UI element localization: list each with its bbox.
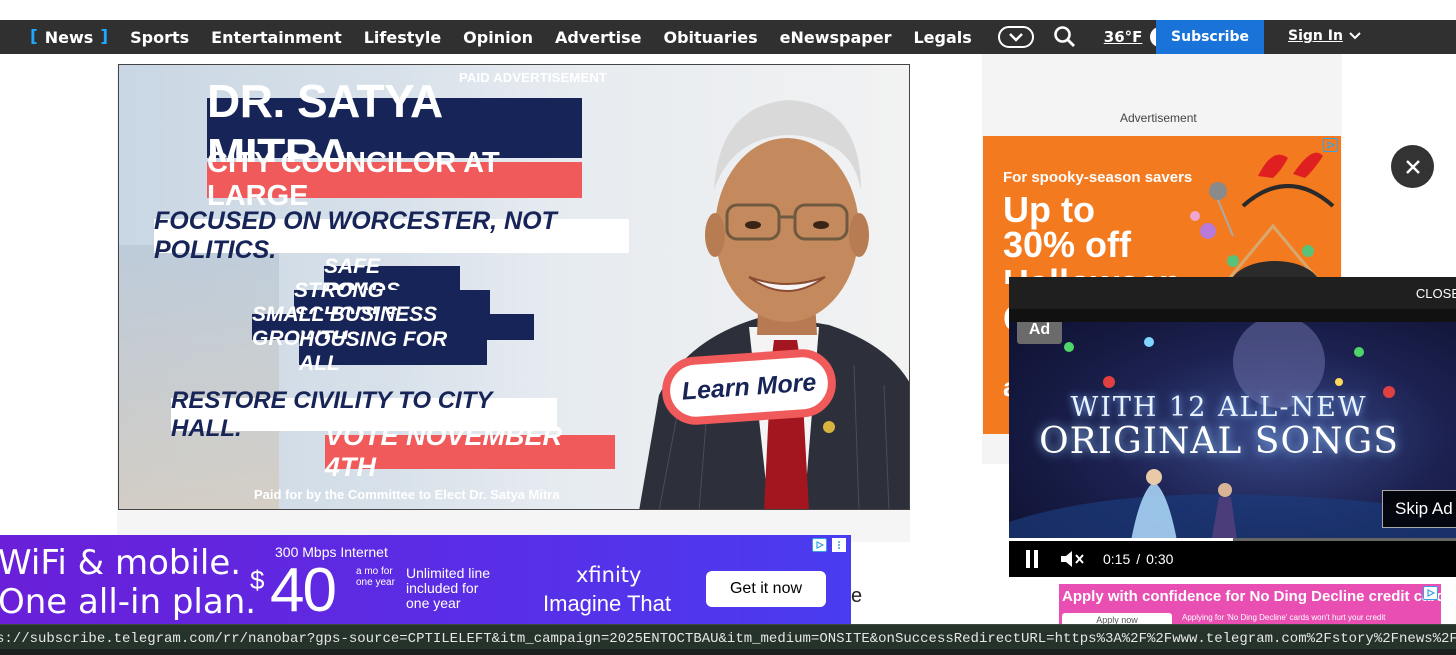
campaign-slogan: FOCUSED ON WORCESTER, NOT POLITICS.	[154, 207, 629, 264]
xfinity-offer-line2: included for	[406, 580, 479, 596]
nav-item-entertainment[interactable]: Entertainment	[211, 28, 342, 47]
article-text-fragment: e	[851, 585, 863, 607]
video-title-line2: ORIGINAL SONGS	[1039, 421, 1399, 462]
subscribe-button[interactable]: Subscribe	[1156, 20, 1264, 54]
xfinity-line1: WiFi & mobile.	[0, 543, 242, 583]
learn-more-button[interactable]: Learn More	[659, 347, 839, 427]
paid-by-disclaimer: Paid for by the Committee to Elect Dr. S…	[254, 487, 560, 502]
campaign-ad[interactable]: PAID ADVERTISEMENT DR. SATYA MITRA CITY …	[118, 64, 910, 510]
credit-ad-headline: Apply with confidence for No Ding Declin…	[1062, 588, 1441, 605]
video-header-bar: CLOSE	[1009, 277, 1456, 309]
video-ad-player[interactable]: CLOSE Ad WITH 12 ALL-NEW ORIGINAL SONGS …	[1009, 277, 1456, 577]
page-root: [ News ] Sports Entertainment Lifestyle …	[0, 0, 1456, 655]
priority-item: HOUSING FOR ALL	[299, 328, 487, 375]
nav-item-obituaries[interactable]: Obituaries	[663, 28, 757, 47]
xfinity-line2: One all-in plan.	[0, 582, 257, 622]
nav-news-label: News	[44, 27, 94, 47]
candidate-role: CITY COUNCILOR AT LARGE	[207, 147, 582, 212]
video-time-total: 0:30	[1146, 551, 1174, 567]
adchoices-icon[interactable]	[812, 538, 827, 552]
advertisement-label: Advertisement	[1120, 111, 1197, 125]
xfinity-offer-line1: Unlimited line	[406, 565, 491, 581]
xfinity-logo: xfinity	[576, 563, 642, 587]
search-icon[interactable]	[1052, 24, 1078, 50]
video-title-line1: WITH 12 ALL-NEW	[1070, 392, 1368, 423]
nav-item-legals[interactable]: Legals	[913, 28, 971, 47]
ad-badge: Ad	[1017, 322, 1062, 344]
xfinity-dollar-sign: $	[250, 565, 265, 595]
top-margin	[0, 0, 1456, 20]
xfinity-offer: Unlimited line included for one year	[406, 566, 490, 611]
xfinity-price-terms: a mo for one year	[356, 566, 395, 588]
video-controls: 0:15 / 0:30	[1009, 541, 1456, 577]
pause-icon[interactable]	[1025, 549, 1039, 569]
vote-date-text: VOTE NOVEMBER 4TH	[325, 421, 615, 482]
bracket-right: ]	[100, 27, 109, 47]
video-close-button[interactable]: CLOSE	[1416, 286, 1456, 301]
weather-temp: 36°F	[1103, 28, 1143, 46]
xfinity-offer-line3: one year	[406, 595, 461, 611]
video-time-current: 0:15	[1103, 551, 1131, 567]
promo-headline-line2: 30% off	[1003, 224, 1132, 265]
skip-ad-button[interactable]: Skip Ad	[1382, 490, 1456, 528]
sign-in-label: Sign In	[1288, 28, 1343, 44]
nav-item-news[interactable]: [ News ]	[30, 27, 108, 47]
apply-now-button[interactable]: Apply now	[1062, 613, 1172, 624]
ad-options-icon[interactable]	[832, 538, 846, 552]
credit-ad-fine-print: Applying for 'No Ding Decline' cards won…	[1182, 613, 1386, 622]
candidate-portrait	[639, 100, 909, 509]
nav-item-opinion[interactable]: Opinion	[463, 28, 533, 47]
xfinity-tagline: Imagine That	[543, 591, 672, 616]
mute-icon[interactable]	[1059, 548, 1085, 570]
credit-card-ad[interactable]: Apply with confidence for No Ding Declin…	[1059, 584, 1441, 624]
chevron-down-icon	[1349, 32, 1361, 40]
adchoices-icon[interactable]	[1423, 586, 1438, 600]
get-it-now-button[interactable]: Get it now	[706, 571, 826, 607]
bracket-left: [	[30, 27, 38, 47]
status-link-url: s://subscribe.telegram.com/rr/nanobar?gp…	[0, 631, 1456, 647]
halloween-props-illustration	[1190, 152, 1335, 286]
nav-item-lifestyle[interactable]: Lifestyle	[364, 28, 441, 47]
video-time-separator: /	[1136, 551, 1141, 567]
nav-item-enewspaper[interactable]: eNewspaper	[780, 28, 892, 47]
promo-headline: Up to 30% off	[1003, 189, 1132, 265]
more-menu-button[interactable]	[997, 26, 1034, 48]
xfinity-banner-ad[interactable]: WiFi & mobile. One all-in plan. 300 Mbps…	[0, 535, 851, 625]
status-bar-bottom	[0, 649, 1456, 655]
xfinity-price: 40	[270, 556, 337, 625]
sign-in-button[interactable]: Sign In	[1288, 28, 1361, 44]
nav-item-advertise[interactable]: Advertise	[555, 28, 642, 47]
promo-headline-line1: Up to	[1003, 189, 1095, 230]
close-overlay-button[interactable]	[1391, 145, 1434, 188]
nav-item-sports[interactable]: Sports	[130, 28, 189, 47]
background-blur	[119, 245, 279, 509]
chevron-down-icon	[1008, 33, 1023, 42]
close-icon	[1405, 159, 1420, 174]
